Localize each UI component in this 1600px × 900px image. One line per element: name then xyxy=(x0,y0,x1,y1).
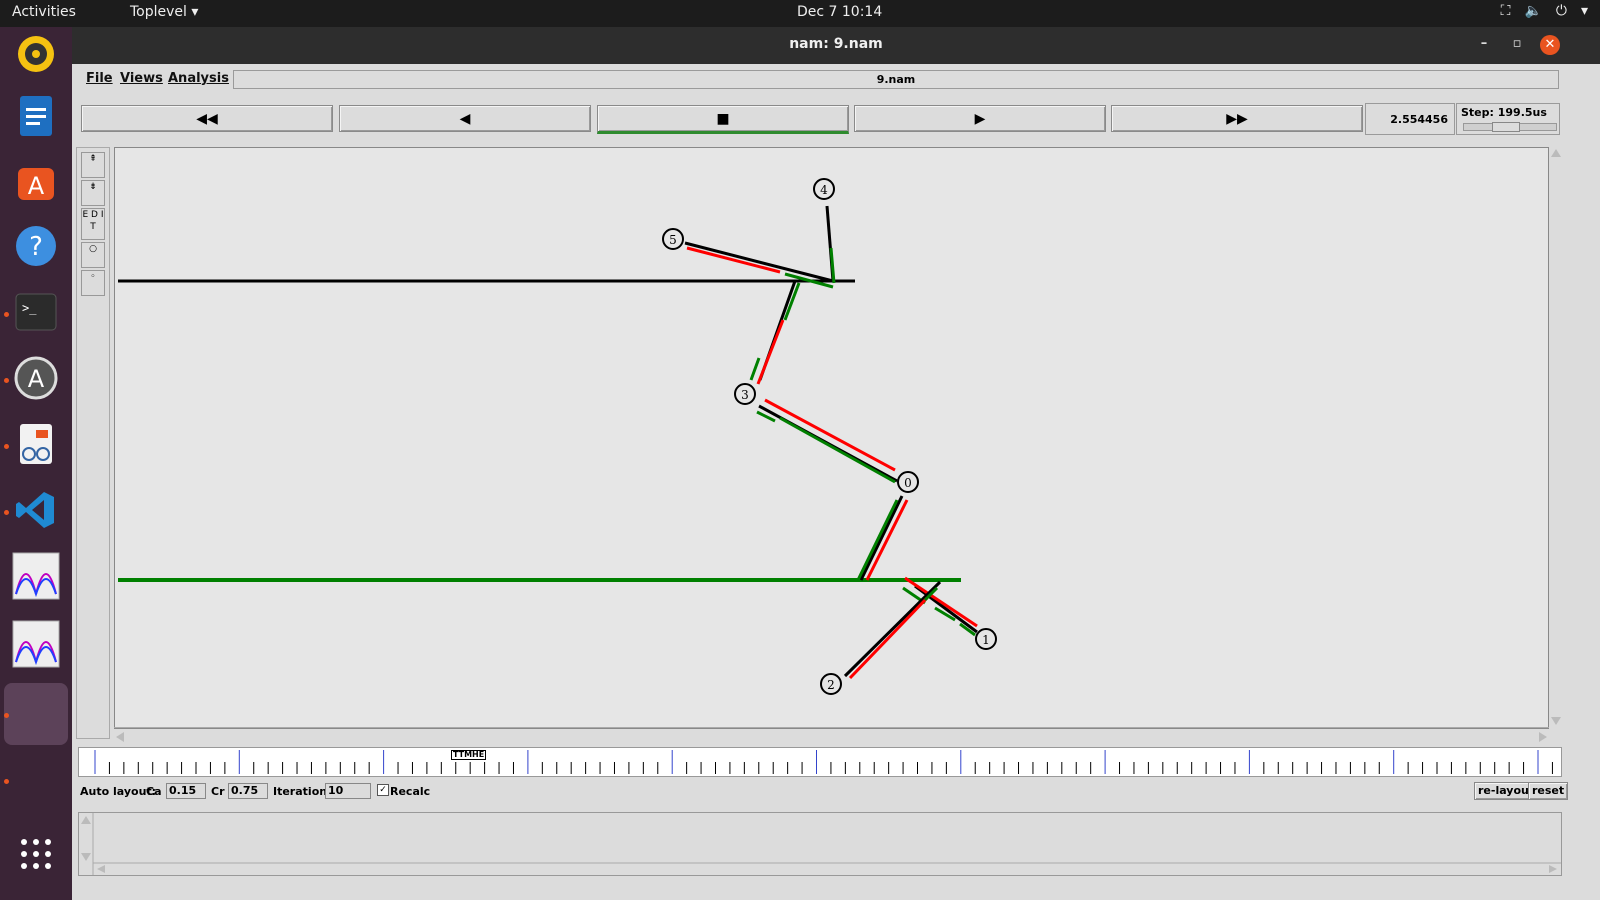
link-lan-3 xyxy=(749,280,801,385)
rhythmbox-icon[interactable] xyxy=(9,27,63,81)
recalc-checkbox[interactable]: ✓ xyxy=(377,784,389,796)
iterations-input[interactable]: 10 xyxy=(325,783,371,799)
node-label-0: 0 xyxy=(904,476,912,490)
time-display: 2.554456 xyxy=(1365,103,1455,135)
app-grid-icon[interactable] xyxy=(9,827,63,881)
svg-text:A: A xyxy=(28,365,45,393)
network-node[interactable]: 5 xyxy=(662,228,684,250)
volume-icon[interactable]: 🔈 xyxy=(1524,3,1541,19)
close-icon[interactable]: ✕ xyxy=(1540,35,1560,55)
step-back-button[interactable]: ◀ xyxy=(339,105,591,132)
svg-text:?: ? xyxy=(29,232,43,262)
zoom-out-icon[interactable]: ⇟ xyxy=(81,180,105,206)
svg-text:A: A xyxy=(28,172,45,200)
app-menu[interactable]: Toplevel ▾ xyxy=(130,4,198,20)
svg-text:>_: >_ xyxy=(22,301,37,315)
stop-button[interactable]: ■ xyxy=(597,105,849,134)
node-label-3: 3 xyxy=(741,388,749,402)
dock: A ? >_ A xyxy=(0,27,72,900)
annotation-scrollbars xyxy=(81,813,1561,875)
app-menu-label: Toplevel xyxy=(130,4,187,20)
zoom-in-icon[interactable]: ⇞ xyxy=(81,152,105,178)
network-node[interactable]: 2 xyxy=(820,673,842,695)
network-node[interactable]: 4 xyxy=(813,178,835,200)
vscode-icon[interactable] xyxy=(9,483,63,537)
system-tray[interactable]: ⛶ 🔈 ⏻ ▾ xyxy=(1501,3,1588,19)
plot-viewer-icon[interactable] xyxy=(9,617,63,671)
rewind-icon: ◀◀ xyxy=(196,110,218,127)
circle-large-icon[interactable]: ○ xyxy=(81,242,105,268)
node-label-1: 1 xyxy=(982,633,990,647)
edit-button[interactable]: E D I T xyxy=(81,208,105,240)
fast-forward-button[interactable]: ▶▶ xyxy=(1111,105,1363,132)
link-lan-2 xyxy=(843,580,942,680)
software-store-icon[interactable]: A xyxy=(9,153,63,207)
timeline-slider[interactable]: TTMHE xyxy=(78,747,1562,777)
horizontal-scrollbar[interactable] xyxy=(114,727,1549,742)
activities-button[interactable]: Activities xyxy=(12,4,76,20)
window-title: nam: 9.nam xyxy=(789,36,883,52)
play-backward-icon: ◀ xyxy=(459,110,471,127)
network-graph: 0 1 2 3 4 5 xyxy=(118,178,997,695)
reset-button[interactable]: reset xyxy=(1528,782,1569,800)
timeline-marker[interactable]: TTMHE xyxy=(451,750,487,760)
filename-label: 9.nam xyxy=(233,70,1559,89)
node-label-5: 5 xyxy=(669,233,677,247)
fast-forward-icon: ▶▶ xyxy=(1226,110,1248,127)
cr-label: Cr xyxy=(211,785,225,798)
play-forward-button[interactable]: ▶ xyxy=(854,105,1106,132)
node-label-4: 4 xyxy=(820,183,828,197)
step-control: Step: 199.5us xyxy=(1456,103,1560,135)
step-slider[interactable] xyxy=(1463,122,1557,132)
maximize-icon[interactable]: ▫ xyxy=(1507,36,1527,56)
stop-icon: ■ xyxy=(716,110,730,127)
help-icon[interactable]: ? xyxy=(9,219,63,273)
step-label: Step: 199.5us xyxy=(1461,106,1547,119)
network-icon[interactable]: ⛶ xyxy=(1501,3,1511,19)
software-updater-icon[interactable]: A xyxy=(9,351,63,405)
rewind-button[interactable]: ◀◀ xyxy=(81,105,333,132)
node-label-2: 2 xyxy=(827,678,835,692)
autolayout-bar: Auto layout: Ca 0.15 Cr 0.75 Iterations … xyxy=(80,782,1569,803)
power-icon[interactable]: ⏻ xyxy=(1556,3,1567,19)
link-4-lan xyxy=(825,205,836,284)
vertical-scrollbar[interactable] xyxy=(1550,147,1562,727)
timeline-ticks xyxy=(94,750,1553,774)
writer-icon[interactable] xyxy=(9,89,63,143)
annotation-area[interactable] xyxy=(78,812,1562,876)
network-canvas[interactable]: 0 1 2 3 4 5 xyxy=(114,147,1549,729)
side-toolbar: ⇞ ⇟ E D I T ○ ◦ xyxy=(76,147,110,739)
network-node[interactable]: 3 xyxy=(734,383,756,405)
ca-label: Ca xyxy=(146,785,162,798)
recalc-label: Recalc xyxy=(390,785,431,798)
step-slider-knob[interactable] xyxy=(1492,122,1520,132)
top-bar: Activities Toplevel ▾ Dec 7 10:14 ⛶ 🔈 ⏻ … xyxy=(0,0,1600,27)
menu-bar: File Views Analysis 9.nam xyxy=(75,67,1560,93)
network-node[interactable]: 0 xyxy=(897,471,919,493)
clock[interactable]: Dec 7 10:14 xyxy=(797,4,882,20)
play-icon: ▶ xyxy=(974,110,986,127)
minimize-icon[interactable]: – xyxy=(1474,36,1494,56)
chevron-down-icon: ▾ xyxy=(191,4,199,20)
menu-views[interactable]: Views xyxy=(120,71,163,86)
link-3-0 xyxy=(756,398,898,484)
window-titlebar[interactable]: nam: 9.nam – ▫ ✕ xyxy=(72,27,1600,64)
nam-window: nam: 9.nam – ▫ ✕ File Views Analysis 9.n… xyxy=(72,27,1600,900)
menu-file[interactable]: File xyxy=(86,71,113,86)
link-0-lan xyxy=(856,495,909,581)
terminal-icon[interactable]: >_ xyxy=(9,285,63,339)
circle-small-icon[interactable]: ◦ xyxy=(81,270,105,296)
cr-input[interactable]: 0.75 xyxy=(228,783,268,799)
plot-viewer-icon[interactable] xyxy=(9,549,63,603)
nam-window-icon[interactable] xyxy=(4,683,68,745)
autolayout-label: Auto layout: xyxy=(80,785,157,798)
menu-analysis[interactable]: Analysis xyxy=(168,71,229,86)
document-viewer-icon[interactable] xyxy=(9,417,63,471)
network-node[interactable]: 1 xyxy=(975,628,997,650)
ca-input[interactable]: 0.15 xyxy=(166,783,206,799)
chevron-down-icon[interactable]: ▾ xyxy=(1581,3,1588,19)
